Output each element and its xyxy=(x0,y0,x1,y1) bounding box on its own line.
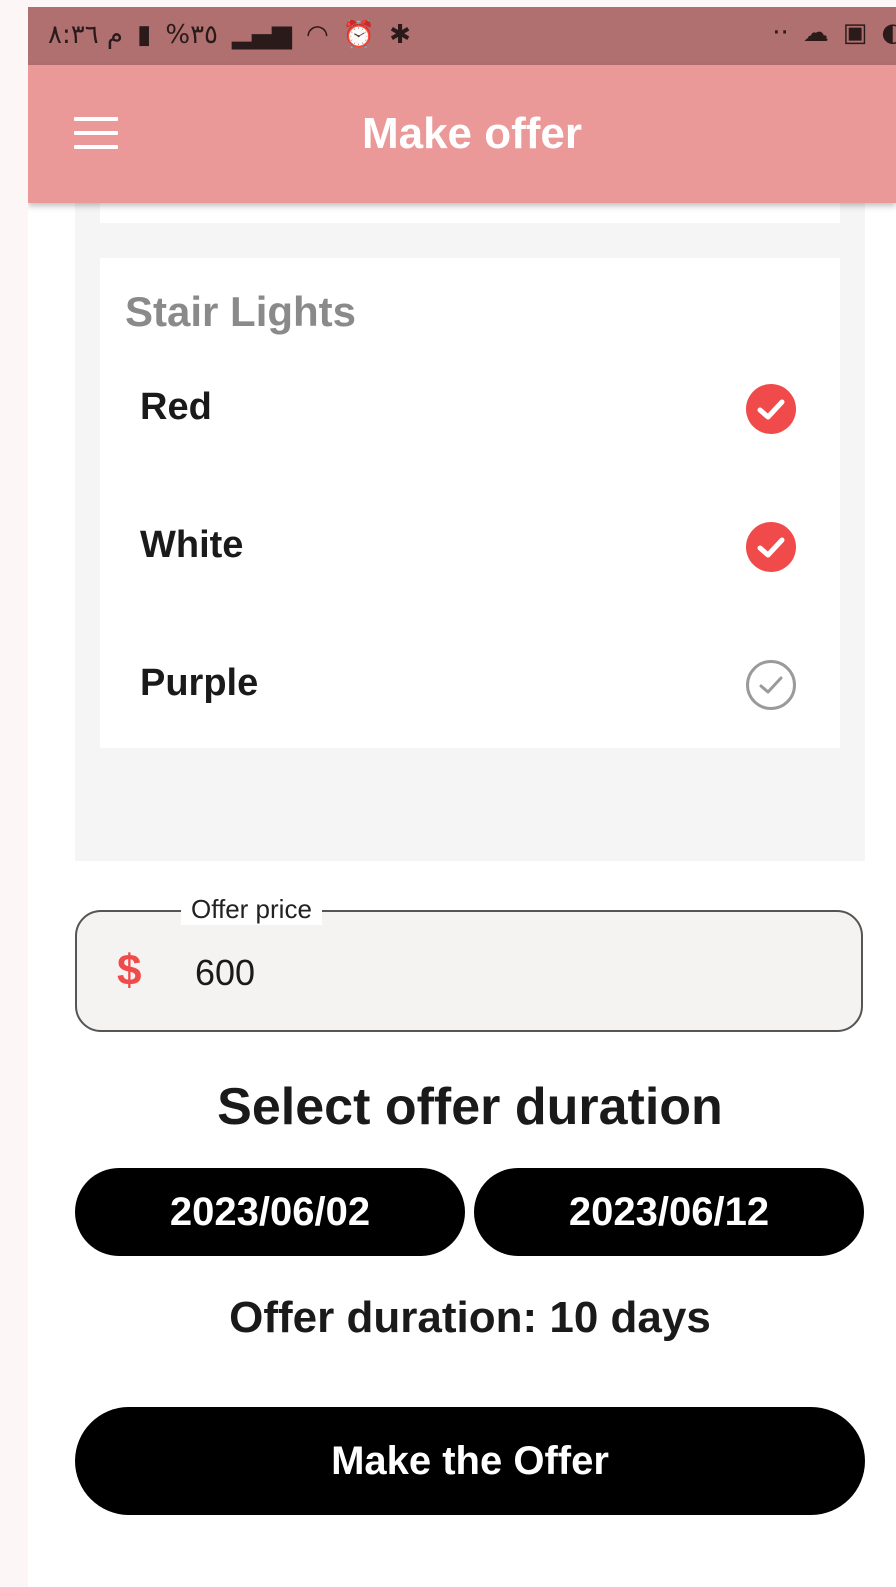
unchecked-circle-icon[interactable] xyxy=(746,660,796,710)
option-row-white[interactable]: White xyxy=(100,502,840,592)
offer-price-label: Offer price xyxy=(181,894,322,925)
card-title: Stair Lights xyxy=(125,288,357,335)
image-icon: ▣ xyxy=(842,18,868,48)
option-row-purple[interactable]: Purple xyxy=(100,640,840,730)
option-row-red[interactable]: Red xyxy=(100,364,840,454)
phone-screen: م ٨:٣٦ ▮ %٣٥ ▂▄▆ ◠ ⏰ ✱ ·· ☁ ▣ ◐ Make off… xyxy=(28,7,896,1587)
bluetooth-icon: ✱ xyxy=(389,20,411,50)
offer-price-field[interactable]: Offer price $ 600 xyxy=(75,894,863,1032)
status-left: م ٨:٣٦ ▮ %٣٥ ▂▄▆ ◠ ⏰ ✱ xyxy=(48,19,411,51)
battery-percent: %٣٥ xyxy=(165,20,218,50)
start-date-button[interactable]: 2023/06/02 xyxy=(75,1168,465,1256)
alarm-icon: ⏰ xyxy=(342,20,376,50)
stair-lights-card: Stair Lights Red White Purple xyxy=(100,258,840,748)
offer-duration-summary: Offer duration: 10 days xyxy=(229,1293,711,1342)
duration-heading: Select offer duration xyxy=(217,1078,723,1136)
wifi-icon: ◠ xyxy=(306,20,329,50)
previous-card-edge xyxy=(100,203,840,223)
end-date-button[interactable]: 2023/06/12 xyxy=(474,1168,864,1256)
options-panel: Stair Lights Red White Purple xyxy=(75,203,865,861)
battery-icon: ▮ xyxy=(137,20,152,50)
page-title: Make offer xyxy=(361,109,583,158)
status-right: ·· ☁ ▣ ◐ xyxy=(772,17,896,49)
messenger-icon: ◐ xyxy=(881,18,896,48)
dollar-icon: $ xyxy=(117,946,142,995)
option-label: Purple xyxy=(140,662,259,704)
option-label: Red xyxy=(140,386,212,428)
option-label: White xyxy=(140,524,244,566)
make-offer-button[interactable]: Make the Offer xyxy=(75,1407,865,1515)
more-notifications-icon: ·· xyxy=(772,18,789,48)
offer-price-input[interactable]: 600 xyxy=(195,952,255,994)
signal-icon: ▂▄▆ xyxy=(232,20,292,50)
app-bar: Make offer xyxy=(28,65,896,203)
status-bar: م ٨:٣٦ ▮ %٣٥ ▂▄▆ ◠ ⏰ ✱ ·· ☁ ▣ ◐ xyxy=(28,7,896,65)
checked-circle-icon[interactable] xyxy=(746,384,796,434)
checked-circle-icon[interactable] xyxy=(746,522,796,572)
cloud-icon: ☁ xyxy=(802,18,829,48)
status-time: م ٨:٣٦ xyxy=(48,20,124,50)
